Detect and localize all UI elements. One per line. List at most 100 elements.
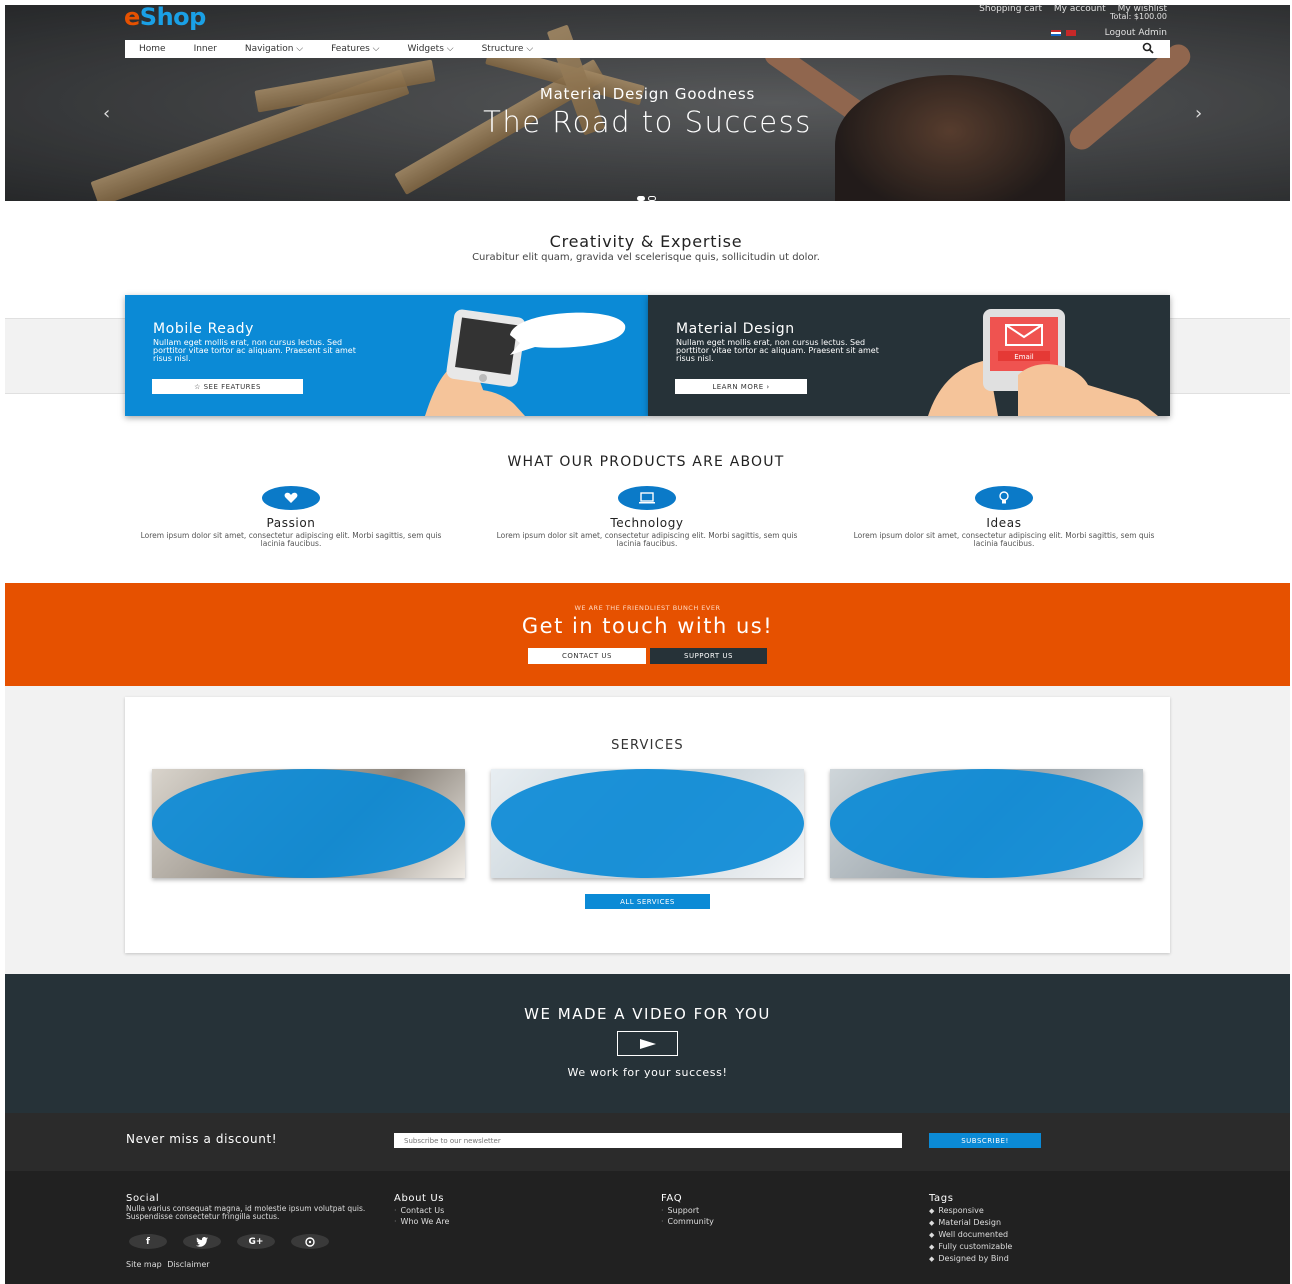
footer-social-title: Social	[126, 1193, 160, 1204]
tag-item[interactable]: ◆ Designed by Bind	[929, 1253, 1012, 1265]
product-ideas: Ideas Lorem ipsum dolor sit amet, consec…	[844, 486, 1164, 548]
logo-e: e	[124, 3, 140, 31]
heart-icon	[262, 486, 320, 510]
mobile-ready-title: Mobile Ready	[153, 321, 255, 337]
my-account-link[interactable]: My account	[1054, 4, 1106, 14]
footer-link-who[interactable]: · Who We Are	[394, 1216, 449, 1227]
contact-us-button[interactable]: CONTACT US	[528, 648, 646, 664]
footer-link-label: Who We Are	[400, 1217, 450, 1226]
product-technology: Technology Lorem ipsum dolor sit amet, c…	[487, 486, 807, 548]
footer-link-label: Community	[667, 1217, 714, 1226]
logo[interactable]: eShop	[124, 3, 206, 31]
video-title: WE MADE A VIDEO FOR YOU	[524, 1005, 771, 1023]
footer-tags-column: Tags ◆ Responsive ◆ Material Design ◆ Well …	[929, 1193, 1012, 1265]
see-features-button[interactable]: ☆ SEE FEATURES	[152, 379, 303, 394]
services-card: SERVICES ALL SERVICES	[125, 697, 1170, 953]
products-title: WHAT OUR PRODUCTS ARE ABOUT	[507, 454, 785, 470]
logout-link[interactable]: Logout Admin	[1105, 28, 1167, 38]
pinterest-icon[interactable]	[291, 1234, 329, 1249]
tag-icon: ◆	[929, 1207, 935, 1215]
slider-dots	[637, 186, 659, 201]
flag-en-icon[interactable]	[1050, 29, 1061, 36]
product-passion: Passion Lorem ipsum dolor sit amet, cons…	[131, 486, 451, 548]
nav-widgets[interactable]: Widgets ⌵	[408, 44, 454, 54]
newsletter-email-input[interactable]	[394, 1133, 902, 1148]
service-image-2[interactable]	[491, 769, 804, 878]
top-links: Shopping cart My account My wishlist Tot…	[970, 4, 1167, 38]
play-video-button[interactable]	[617, 1031, 678, 1056]
product-text: Lorem ipsum dolor sit amet, consectetur …	[496, 531, 798, 548]
subscribe-button[interactable]: SUBSCRIBE!	[929, 1133, 1041, 1148]
nav-structure[interactable]: Structure ⌵	[482, 44, 534, 54]
slider-prev-arrow[interactable]: ‹	[103, 103, 110, 124]
site-map-link[interactable]: Site map	[126, 1260, 162, 1269]
play-icon	[639, 1038, 656, 1049]
logo-text: Shop	[139, 3, 207, 31]
slider-next-arrow[interactable]: ›	[1195, 103, 1202, 124]
footer-link-label: Support	[667, 1206, 700, 1215]
creativity-title: Creativity & Expertise	[549, 232, 743, 251]
tag-item[interactable]: ◆ Fully customizable	[929, 1241, 1012, 1253]
email-label: Email	[1014, 353, 1033, 361]
hero-title: The Road to Success	[483, 105, 812, 139]
contact-title: Get in touch with us!	[521, 614, 774, 638]
shopping-cart-link[interactable]: Shopping cart	[979, 4, 1042, 14]
support-us-button[interactable]: SUPPORT US	[650, 648, 767, 664]
nav-navigation[interactable]: Navigation ⌵	[245, 44, 303, 54]
nav-inner[interactable]: Inner	[194, 44, 217, 54]
google-plus-icon[interactable]: G+	[237, 1234, 275, 1249]
service-image-3[interactable]	[830, 769, 1143, 878]
footer-faq-title: FAQ	[661, 1193, 683, 1204]
material-design-panel: Material Design Nullam eget mollis erat,…	[648, 295, 1170, 416]
footer-social-column: Social Nulla varius consequat magna, id …	[126, 1193, 366, 1221]
footer-link-community[interactable]: · Community	[661, 1216, 714, 1227]
nav-home[interactable]: Home	[139, 44, 166, 54]
tag-label: Responsive	[938, 1206, 984, 1215]
footer-about-title: About Us	[394, 1193, 445, 1204]
product-name: Ideas	[986, 516, 1022, 530]
product-name: Technology	[610, 516, 684, 530]
tag-label: Well documented	[938, 1230, 1009, 1239]
footer-link-label: Contact Us	[400, 1206, 445, 1215]
footer-about-column: About Us · Contact Us · Who We Are	[394, 1193, 449, 1227]
tag-label: Designed by Bind	[938, 1254, 1009, 1263]
tag-item[interactable]: ◆ Responsive	[929, 1205, 1012, 1217]
footer-tags-title: Tags	[929, 1193, 954, 1204]
product-text: Lorem ipsum dolor sit amet, consectetur …	[853, 531, 1155, 548]
tag-item[interactable]: ◆ Well documented	[929, 1229, 1012, 1241]
footer-faq-column: FAQ · Support · Community	[661, 1193, 714, 1227]
newsletter-section: Never miss a discount! SUBSCRIBE!	[5, 1113, 1290, 1171]
search-icon[interactable]	[1142, 42, 1154, 57]
slider-dot-active[interactable]	[637, 196, 645, 201]
tag-label: Fully customizable	[938, 1242, 1013, 1251]
mobile-ready-panel: Mobile Ready Nullam eget mollis erat, no…	[125, 295, 648, 416]
footer-link-support[interactable]: · Support	[661, 1205, 714, 1216]
tag-icon: ◆	[929, 1255, 935, 1263]
twitter-icon[interactable]	[183, 1234, 221, 1249]
contact-banner: WE ARE THE FRIENDLIEST BUNCH EVER Get in…	[5, 583, 1290, 686]
service-overlay	[152, 769, 465, 878]
contact-tagline: WE ARE THE FRIENDLIEST BUNCH EVER	[574, 604, 721, 612]
service-image-1[interactable]	[152, 769, 465, 878]
facebook-icon[interactable]: f	[129, 1234, 167, 1249]
product-name: Passion	[266, 516, 316, 530]
product-text: Lorem ipsum dolor sit amet, consectetur …	[140, 531, 442, 548]
all-services-button[interactable]: ALL SERVICES	[585, 894, 710, 909]
flag-other-icon[interactable]	[1065, 29, 1076, 36]
creativity-subtitle: Curabitur elit quam, gravida vel sceleri…	[472, 252, 820, 263]
phone-email-illustration: Email	[928, 309, 1158, 416]
main-navbar: Home Inner Navigation ⌵ Features ⌵ Widge…	[125, 40, 1170, 58]
footer-link-contact[interactable]: · Contact Us	[394, 1205, 449, 1216]
disclaimer-link[interactable]: Disclaimer	[167, 1260, 209, 1269]
learn-more-button[interactable]: LEARN MORE ›	[675, 379, 807, 394]
hero-subtitle: Material Design Goodness	[539, 85, 756, 103]
material-design-title: Material Design	[676, 321, 795, 337]
social-icons: f G+	[129, 1234, 345, 1249]
tag-item[interactable]: ◆ Material Design	[929, 1217, 1012, 1229]
service-overlay	[830, 769, 1143, 878]
nav-features[interactable]: Features ⌵	[331, 44, 379, 54]
video-subtitle: We work for your success!	[567, 1066, 728, 1079]
tag-label: Material Design	[938, 1218, 1002, 1227]
slider-dot[interactable]	[648, 196, 656, 201]
laptop-icon	[618, 486, 676, 510]
